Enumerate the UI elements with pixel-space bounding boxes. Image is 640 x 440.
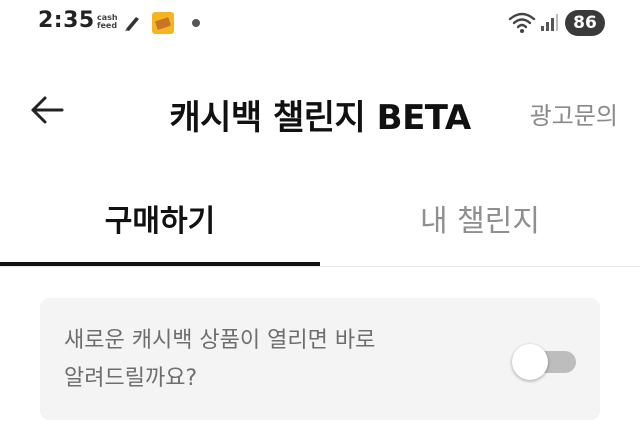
notification-app-icon [152, 12, 174, 34]
notify-line-1: 새로운 캐시백 상품이 열리면 바로 [64, 328, 376, 353]
cashfeed-label: cash feed [97, 13, 118, 30]
wifi-icon [508, 12, 536, 33]
signal-icon [541, 14, 558, 31]
ad-inquiry-link[interactable]: 광고문의 [530, 96, 618, 131]
notify-card: 새로운 캐시백 상품이 열리면 바로 알려드릴까요? [40, 298, 600, 420]
tab-my-challenge[interactable]: 내 챌린지 [320, 170, 640, 265]
toggle-thumb [512, 344, 548, 380]
app-header: 캐시백 챌린지 BETA 광고문의 [0, 70, 640, 150]
battery-badge: 86 [565, 10, 605, 36]
status-bar: 2:35 cash feed 86 [0, 0, 640, 48]
tab-label: 구매하기 [104, 204, 216, 239]
notify-toggle[interactable] [510, 344, 578, 380]
notify-line-2: 알려드릴까요? [64, 366, 198, 391]
tab-bar: 구매하기 내 챌린지 [0, 170, 640, 267]
tab-indicator [0, 262, 320, 266]
tab-label: 내 챌린지 [420, 204, 540, 239]
cashfeed-app-icon: cash feed [97, 14, 149, 34]
pencil-icon [125, 17, 139, 31]
notification-dot [192, 19, 200, 27]
status-time: 2:35 [38, 8, 95, 33]
tab-buy[interactable]: 구매하기 [0, 170, 320, 265]
notify-message: 새로운 캐시백 상품이 열리면 바로 알려드릴까요? [64, 322, 464, 398]
